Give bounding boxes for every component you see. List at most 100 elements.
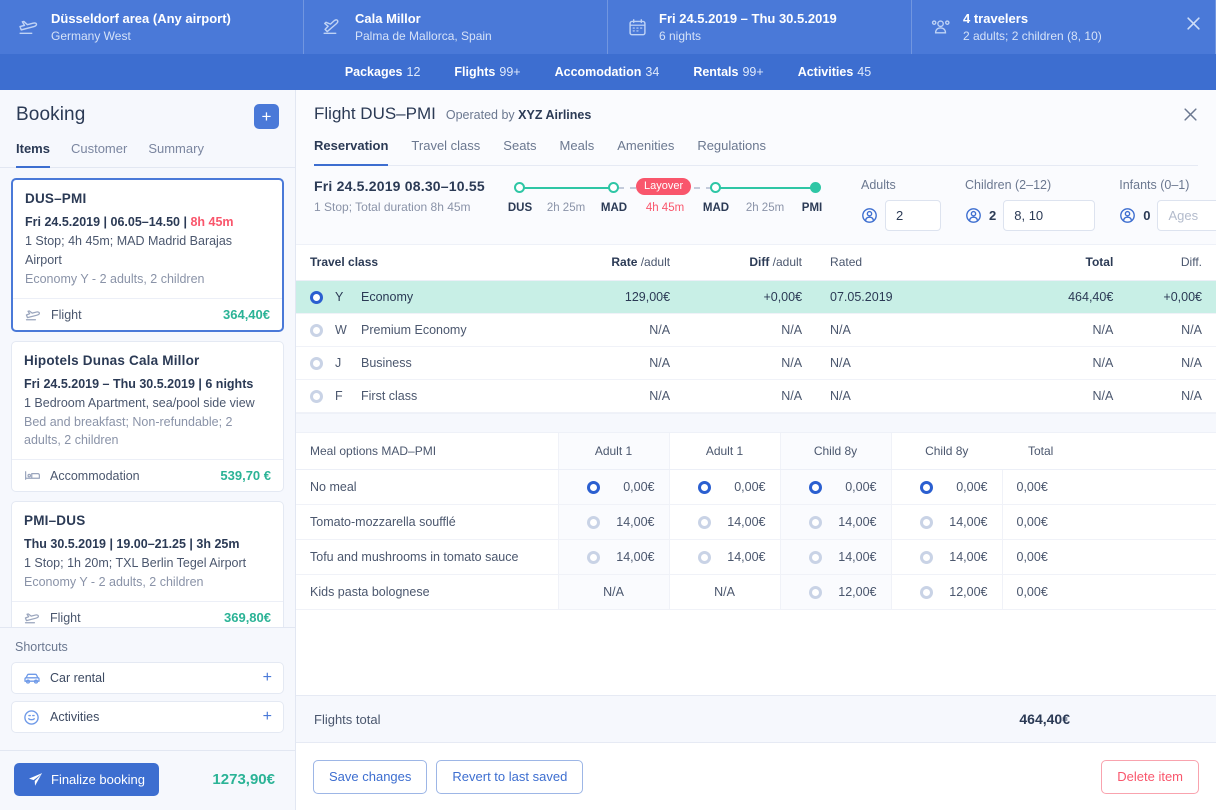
finalize-booking-button[interactable]: Finalize booking [14, 763, 159, 796]
infants-ages-input[interactable] [1157, 200, 1216, 231]
search-cell-travelers[interactable]: 4 travelers 2 adults; 2 children (8, 10) [912, 0, 1216, 54]
meal-cell[interactable]: 12,00€ [890, 574, 1002, 610]
travel-class-diff: N/A [1127, 346, 1216, 380]
nav-item-activities[interactable]: Activities 45 [781, 65, 889, 79]
meal-cell[interactable]: 14,00€ [557, 539, 669, 575]
meal-cell[interactable]: 14,00€ [779, 539, 891, 575]
booking-item-line2: 1 Bedroom Apartment, sea/pool side view [24, 396, 255, 410]
shortcut-car-rental[interactable]: Car rental + [11, 662, 284, 694]
tab-travel-class[interactable]: Travel class [411, 138, 480, 166]
meal-radio[interactable] [697, 480, 711, 494]
meal-radio[interactable] [919, 480, 933, 494]
table-row[interactable]: Tomato-mozzarella soufflé 14,00€ 14,00€ … [296, 504, 1216, 540]
meal-cell[interactable]: 0,00€ [557, 469, 669, 505]
save-changes-button[interactable]: Save changes [313, 759, 428, 794]
booking-item-body: DUS–PMI Fri 24.5.2019 | 06.05–14.50 | 8h… [13, 180, 282, 298]
meal-cell[interactable]: 14,00€ [890, 504, 1002, 540]
shortcut-label: Car rental [50, 671, 105, 685]
revert-button[interactable]: Revert to last saved [436, 759, 584, 794]
tab-reservation[interactable]: Reservation [314, 138, 389, 166]
meal-price: 0,00€ [734, 480, 766, 494]
tab-seats[interactable]: Seats [503, 138, 536, 166]
travel-class-radio[interactable] [310, 323, 323, 337]
nav-count: 12 [406, 65, 421, 79]
meal-radio[interactable] [808, 480, 822, 494]
nav-item-packages[interactable]: Packages 12 [328, 65, 438, 79]
meal-radio[interactable] [697, 550, 711, 564]
passenger-inputs: Adults Children (2–12) [829, 178, 1216, 231]
th-meal-total: Total [1002, 433, 1216, 470]
table-row[interactable]: J Business N/A N/A N/A N/A N/A [296, 346, 1216, 380]
adults-input[interactable] [885, 200, 941, 231]
meal-radio[interactable] [586, 550, 600, 564]
nav-item-accomodation[interactable]: Accomodation 34 [538, 65, 677, 79]
shortcut-add-icon[interactable]: + [263, 670, 272, 686]
meal-cell[interactable]: 0,00€ [668, 469, 780, 505]
meal-cell[interactable]: 14,00€ [668, 539, 780, 575]
meal-radio[interactable] [586, 515, 600, 529]
travel-class-radio[interactable] [310, 290, 323, 304]
table-row[interactable]: No meal 0,00€ 0,00€ 0,00€ 0,00€ 0,00€ [296, 469, 1216, 505]
sidebar-tab-customer[interactable]: Customer [71, 141, 127, 168]
meal-name: Tomato-mozzarella soufflé [296, 504, 558, 540]
meal-radio[interactable] [808, 585, 822, 599]
th-child-8y-a: Child 8y [779, 433, 891, 470]
search-cell-origin[interactable]: Düsseldorf area (Any airport) Germany We… [0, 0, 304, 54]
meal-cell[interactable]: 14,00€ [668, 504, 780, 540]
meal-radio[interactable] [586, 480, 600, 494]
meal-cell[interactable]: 14,00€ [779, 504, 891, 540]
booking-item-price: 539,70 € [220, 468, 271, 483]
travel-class-radio[interactable] [310, 389, 323, 403]
meal-cell[interactable]: 0,00€ [890, 469, 1002, 505]
booking-item-card[interactable]: DUS–PMI Fri 24.5.2019 | 06.05–14.50 | 8h… [11, 178, 284, 332]
nav-item-rentals[interactable]: Rentals 99+ [676, 65, 780, 79]
flight-timeline: Layover DUS 2h 25m MAD 4h 45m MAD 2h 25m… [508, 178, 829, 220]
meal-name: Kids pasta bolognese [296, 574, 558, 610]
origin-title: Düsseldorf area (Any airport) [51, 10, 231, 26]
table-row[interactable]: Y Economy 129,00€ +0,00€ 07.05.2019 464,… [296, 280, 1216, 314]
shortcut-activities[interactable]: Activities + [11, 701, 284, 733]
table-row[interactable]: F First class N/A N/A N/A N/A N/A [296, 379, 1216, 413]
delete-item-button[interactable]: Delete item [1101, 759, 1199, 794]
sidebar-tab-items[interactable]: Items [16, 141, 50, 168]
meal-radio[interactable] [808, 550, 822, 564]
close-detail-icon[interactable] [1178, 102, 1202, 126]
nav-item-flights[interactable]: Flights 99+ [437, 65, 537, 79]
table-row[interactable]: Kids pasta bolognese N/A N/A 12,00€ 12,0… [296, 574, 1216, 610]
add-item-button[interactable]: + [254, 104, 279, 129]
tab-amenities[interactable]: Amenities [617, 138, 674, 166]
travel-class-table: Travel class Rate /adult Diff /adult Rat… [296, 245, 1216, 413]
th-total-bold: Total [1085, 255, 1114, 269]
meal-price: 14,00€ [949, 515, 988, 529]
search-cell-destination[interactable]: Cala Millor Palma de Mallorca, Spain [304, 0, 608, 54]
timeline-labels: DUS 2h 25m MAD 4h 45m MAD 2h 25m PMI [508, 202, 829, 220]
meal-row-total: 0,00€ [1001, 469, 1216, 505]
meal-cell[interactable]: 12,00€ [779, 574, 891, 610]
tab-meals[interactable]: Meals [560, 138, 595, 166]
close-search-icon[interactable] [1180, 10, 1206, 36]
meal-price: 0,00€ [623, 480, 655, 494]
table-row[interactable]: W Premium Economy N/A N/A N/A N/A N/A [296, 313, 1216, 347]
timeline-dot-mad-dep [710, 182, 721, 193]
meal-radio[interactable] [919, 515, 933, 529]
shortcut-add-icon[interactable]: + [263, 709, 272, 725]
shortcuts-section: Shortcuts Car rental + Activities + [0, 627, 295, 750]
meal-radio[interactable] [697, 515, 711, 529]
nav-label: Accomodation [554, 65, 642, 79]
meal-cell[interactable]: 0,00€ [779, 469, 891, 505]
search-cell-dates[interactable]: Fri 24.5.2019 – Thu 30.5.2019 6 nights [608, 0, 912, 54]
sidebar-tab-summary[interactable]: Summary [148, 141, 204, 168]
booking-item-card[interactable]: Hipotels Dunas Cala Millor Fri 24.5.2019… [11, 341, 284, 492]
travelers-subtitle: 2 adults; 2 children (8, 10) [963, 28, 1102, 43]
meal-radio[interactable] [919, 585, 933, 599]
travel-class-radio[interactable] [310, 356, 323, 370]
table-row[interactable]: Tofu and mushrooms in tomato sauce 14,00… [296, 539, 1216, 575]
booking-item-card[interactable]: PMI–DUS Thu 30.5.2019 | 19.00–21.25 | 3h… [11, 501, 284, 627]
tab-regulations[interactable]: Regulations [697, 138, 766, 166]
children-ages-input[interactable] [1003, 200, 1096, 231]
meal-cell[interactable]: 14,00€ [890, 539, 1002, 575]
meal-radio[interactable] [808, 515, 822, 529]
meal-radio[interactable] [919, 550, 933, 564]
reservation-date: Fri 24.5.2019 08.30–10.55 [314, 178, 485, 194]
meal-cell[interactable]: 14,00€ [557, 504, 669, 540]
